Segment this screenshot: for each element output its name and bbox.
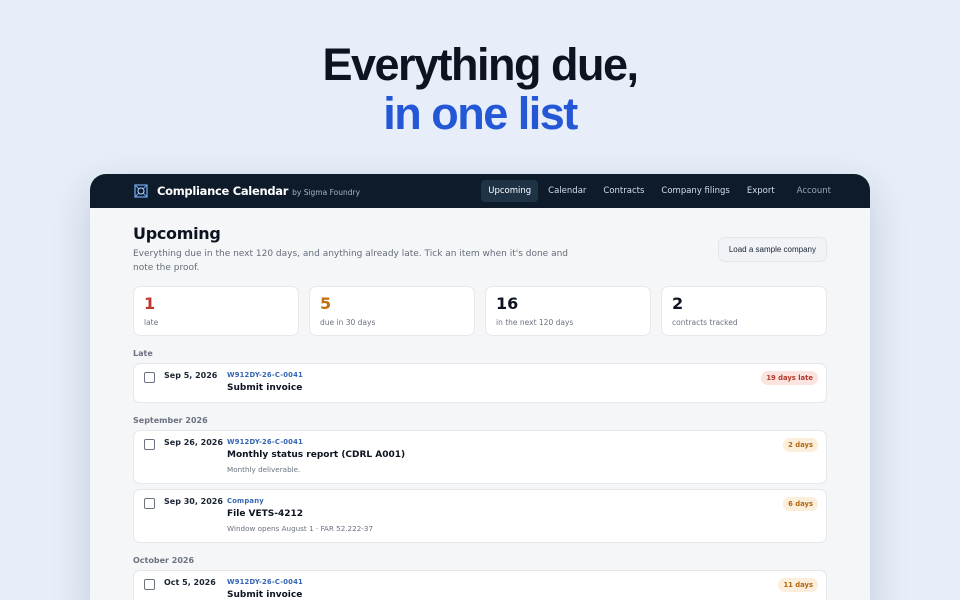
- hero-headline: Everything due,: [322, 39, 639, 90]
- stat-card-due-30: 5 due in 30 days: [309, 286, 475, 336]
- stat-card-late: 1 late: [133, 286, 299, 336]
- nav-account[interactable]: Account: [790, 180, 838, 202]
- stats-row: 1 late 5 due in 30 days 16 in the next 1…: [133, 286, 827, 336]
- main-nav: Upcoming Calendar Contracts Company fili…: [478, 180, 838, 202]
- top-nav-bar: Compliance Calendar by Sigma Foundry Upc…: [90, 174, 870, 208]
- stat-value: 16: [496, 294, 519, 313]
- app-name: Compliance Calendar: [157, 184, 289, 198]
- item-due-date: Sep 30, 2026: [164, 497, 223, 506]
- item-note: Window opens August 1 · FAR 52.222-37: [227, 524, 374, 533]
- group-label-september: September 2026: [133, 416, 208, 425]
- stat-value: 1: [144, 294, 156, 313]
- item-due-date: Sep 26, 2026: [164, 438, 223, 447]
- item-contract-tag: W912DY-26-C-0041: [227, 578, 303, 586]
- page-title: Upcoming: [133, 224, 221, 243]
- item-title: Monthly status report (CDRL A001): [227, 450, 406, 460]
- stat-label: due in 30 days: [320, 318, 376, 327]
- load-sample-company-button[interactable]: Load a sample company: [717, 237, 827, 262]
- stat-value: 5: [320, 294, 332, 313]
- done-checkbox[interactable]: [144, 579, 155, 590]
- page-description: Everything due in the next 120 days, and…: [133, 249, 569, 273]
- done-checkbox[interactable]: [144, 498, 155, 509]
- stat-label: late: [144, 318, 159, 327]
- item-due-date: Oct 5, 2026: [164, 578, 216, 587]
- stat-value: 2: [672, 294, 684, 313]
- nav-export[interactable]: Export: [740, 180, 782, 202]
- item-title: Submit invoice: [227, 590, 303, 600]
- app-window: Compliance Calendar by Sigma Foundry Upc…: [90, 174, 870, 600]
- list-item: Sep 26, 2026 W912DY-26-C-0041 Monthly st…: [133, 430, 827, 484]
- stat-card-next-120: 16 in the next 120 days: [485, 286, 651, 336]
- status-badge: 2 days: [783, 438, 818, 452]
- hero: Everything due, in one list: [0, 38, 960, 137]
- item-contract-tag: W912DY-26-C-0041: [227, 438, 303, 446]
- item-contract-tag: Company: [227, 497, 264, 505]
- item-note: Monthly deliverable.: [227, 465, 301, 474]
- done-checkbox[interactable]: [144, 372, 155, 383]
- status-badge: 6 days: [783, 497, 818, 511]
- stat-label: in the next 120 days: [496, 318, 574, 327]
- status-badge: 11 days: [778, 578, 818, 592]
- item-contract-tag: W912DY-26-C-0041: [227, 371, 303, 379]
- page-header: Upcoming Everything due in the next 120 …: [133, 224, 827, 275]
- group-label-late: Late: [133, 349, 153, 358]
- nav-company-filings[interactable]: Company filings: [654, 180, 736, 202]
- item-due-date: Sep 5, 2026: [164, 371, 218, 380]
- item-title: Submit invoice: [227, 383, 303, 393]
- list-item: Sep 30, 2026 Company File VETS-4212 Wind…: [133, 489, 827, 543]
- list-item: Oct 5, 2026 W912DY-26-C-0041 Submit invo…: [133, 570, 827, 600]
- app-byline: by Sigma Foundry: [292, 187, 361, 197]
- group-label-october: October 2026: [133, 556, 195, 565]
- stat-card-contracts: 2 contracts tracked: [661, 286, 827, 336]
- nav-calendar[interactable]: Calendar: [541, 180, 593, 202]
- nav-upcoming[interactable]: Upcoming: [481, 180, 539, 202]
- nav-contracts[interactable]: Contracts: [596, 180, 651, 202]
- status-badge: 19 days late: [761, 371, 818, 385]
- done-checkbox[interactable]: [144, 439, 155, 450]
- main-content: Upcoming Everything due in the next 120 …: [90, 224, 870, 600]
- logo-icon: [132, 182, 150, 200]
- item-title: File VETS-4212: [227, 509, 304, 519]
- hero-subheadline: in one list: [383, 88, 578, 139]
- stat-label: contracts tracked: [672, 318, 738, 327]
- list-item: Sep 5, 2026 W912DY-26-C-0041 Submit invo…: [133, 363, 827, 403]
